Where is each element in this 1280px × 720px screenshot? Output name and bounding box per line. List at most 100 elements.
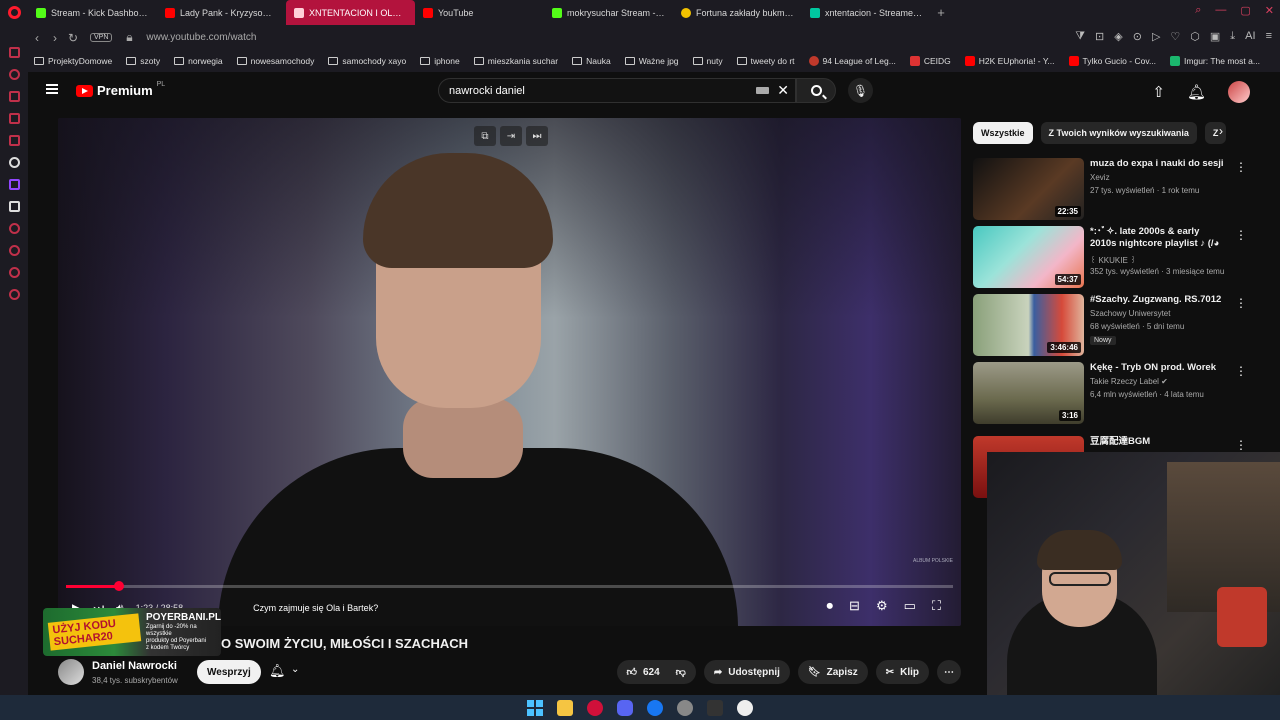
recommendation-title[interactable]: #Szachy. Zugzwang. RS.7012 (1090, 294, 1226, 306)
vpn-badge[interactable]: VPN (90, 33, 113, 42)
voice-search-button[interactable]: 🎙︎ (848, 78, 873, 103)
video-player[interactable]: ⧉ ⇥ ⏭︎ ALBUM POLSKIE ▶ ⏭︎ 🔊︎ 1:23 / 28:5… (58, 118, 961, 626)
maximize-icon[interactable]: ▢ (1240, 4, 1250, 17)
subtitles-icon[interactable]: ⊟ (849, 598, 860, 614)
chevron-right-icon[interactable]: › (1219, 124, 1223, 138)
tab-streamer-overview[interactable]: xntentacion - Streamer Overview (802, 0, 931, 25)
settings-gear-icon[interactable]: ⚙ (876, 598, 888, 614)
recommendation-item[interactable]: 3:46:46 #Szachy. Zugzwang. RS.7012 Szach… (973, 294, 1253, 356)
video-thumbnail[interactable]: 54:37 (973, 226, 1084, 288)
more-vertical-icon[interactable]: ⋮ (1235, 160, 1247, 174)
back-icon[interactable]: ‹ (28, 31, 46, 45)
chapter-title[interactable]: Czym zajmuje się Ola i Bartek? (253, 603, 378, 613)
clear-search-icon[interactable]: ✕ (777, 82, 789, 99)
opera-logo-icon[interactable] (0, 0, 28, 25)
recommendation-title[interactable]: 豆腐配達BGM (1090, 436, 1226, 448)
play-icon[interactable]: ▷ (1152, 30, 1160, 43)
chip-from-search[interactable]: Z Twoich wyników wyszukiwania (1040, 122, 1197, 144)
file-explorer-icon[interactable] (557, 699, 573, 716)
download-icon[interactable]: ⤓ (1230, 30, 1235, 43)
detach-icon[interactable]: ⇥ (500, 126, 522, 146)
tab-xntentacion[interactable]: XNTENTACION I OLACZKA (286, 0, 415, 25)
chip-more[interactable]: Z (1204, 122, 1227, 144)
tab-lady-pank[interactable]: Lady Pank - Kryzysowa Narzeczona (157, 0, 286, 25)
minimize-icon[interactable]: — (1215, 4, 1226, 17)
channel-name[interactable]: Daniel Nawrocki (92, 660, 177, 672)
chatgpt-icon[interactable] (8, 157, 20, 168)
search-button[interactable] (796, 78, 836, 103)
recommendation-item[interactable]: 3:16 Kękę - Tryb ON prod. Worek Takie Rz… (973, 362, 1253, 424)
bookmark[interactable]: Ważne jpg (624, 56, 679, 66)
pip-icon[interactable]: ⧉ (474, 126, 496, 146)
tab-fortuna[interactable]: Fortuna zakłady bukmacherskie (673, 0, 802, 25)
search-input[interactable] (449, 84, 749, 97)
reload-icon[interactable]: ↻ (64, 31, 82, 45)
heart-icon[interactable]: ♡ (1170, 30, 1180, 43)
recommendation-title[interactable]: Kękę - Tryb ON prod. Worek (1090, 362, 1226, 374)
music-icon[interactable] (8, 135, 20, 146)
close-window-icon[interactable]: ✕ (1265, 4, 1274, 17)
video-thumbnail[interactable]: 3:46:46 (973, 294, 1084, 356)
settings-icon[interactable] (8, 289, 20, 300)
bookmark[interactable]: Imgur: The most a... (1170, 56, 1260, 66)
more-vertical-icon[interactable]: ⋮ (1235, 364, 1247, 378)
search-tabs-icon[interactable]: ⌕ (1195, 4, 1201, 17)
tab-youtube[interactable]: YouTube (415, 0, 544, 25)
recommendation-channel[interactable]: Takie Rzeczy Label ✔ (1090, 377, 1168, 386)
notification-bell-icon[interactable]: 🔔︎ (269, 663, 286, 679)
bookmark[interactable]: CEIDG (909, 56, 951, 66)
more-actions-button[interactable]: ⋯ (937, 660, 961, 684)
extensions-icon[interactable] (8, 267, 20, 278)
autoplay-toggle-icon[interactable]: ⏺ (827, 598, 834, 614)
bookmark[interactable]: samochody xayo (328, 56, 406, 66)
camera-icon[interactable]: ⊙ (1133, 30, 1142, 43)
bookmark[interactable]: ProjektyDomowe (34, 56, 112, 66)
hamburger-menu-icon[interactable] (46, 84, 58, 94)
recommendation-item[interactable]: 22:35 muza do expa i nauki do sesji Xevi… (973, 158, 1253, 220)
more-vertical-icon[interactable]: ⋮ (1235, 438, 1247, 452)
fullscreen-icon[interactable]: ⛶ (932, 598, 941, 614)
clock-icon[interactable] (8, 245, 20, 256)
support-button[interactable]: Wesprzyj (197, 660, 261, 684)
keyboard-icon[interactable] (756, 87, 769, 94)
progress-bar[interactable] (66, 581, 953, 591)
like-button[interactable]: 👍︎ 624 👎︎ (616, 660, 696, 684)
progress-scrubber[interactable] (114, 581, 125, 591)
bookmark[interactable]: nowesamochody (236, 56, 314, 66)
new-tab-button[interactable]: + (931, 5, 951, 20)
account-avatar[interactable] (1228, 81, 1250, 103)
filter-icon[interactable]: ⧩ (1075, 30, 1085, 43)
extensions-puzzle-icon[interactable]: ⬡ (1190, 30, 1200, 43)
discord-icon[interactable] (617, 699, 633, 716)
aria-icon[interactable] (8, 69, 20, 80)
tab-mokrysuchar[interactable]: mokrysuchar Stream - Watch (544, 0, 673, 25)
bookmark[interactable]: iphone (420, 56, 460, 66)
recommendation-channel[interactable]: Szachowy Uniwersytet (1090, 309, 1170, 318)
snapshot-icon[interactable]: ⊡ (1095, 30, 1104, 43)
tab-kick-dashboard[interactable]: Stream - Kick Dashboard (28, 0, 157, 25)
video-thumbnail[interactable]: 3:16 (973, 362, 1084, 424)
skip-icon[interactable]: ⏭︎ (526, 126, 548, 146)
url-field[interactable]: www.youtube.com/watch (146, 32, 256, 43)
thumbs-down-icon[interactable]: 👎︎ (676, 666, 686, 678)
theater-mode-icon[interactable]: ▭ (904, 598, 916, 614)
bookmark[interactable]: Tylko Gucio - Cov... (1068, 56, 1156, 66)
chrome-icon[interactable] (677, 699, 693, 716)
bookmark[interactable]: nuty (692, 56, 723, 66)
bookmark[interactable]: norwegia (174, 56, 223, 66)
recommendation-title[interactable]: muza do expa i nauki do sesji (1090, 158, 1226, 170)
twitch-icon[interactable] (8, 179, 20, 190)
x-icon[interactable] (8, 201, 20, 212)
windows-start-icon[interactable] (527, 699, 543, 716)
messenger-icon[interactable] (8, 113, 20, 124)
video-thumbnail[interactable]: 22:35 (973, 158, 1084, 220)
more-vertical-icon[interactable]: ⋮ (1235, 228, 1247, 242)
wallet-icon[interactable] (8, 91, 20, 102)
wallet-toolbar-icon[interactable]: ▣ (1210, 30, 1220, 43)
recommendation-item[interactable]: 54:37 *:･ﾟ✧. late 2000s & early 2010s ni… (973, 226, 1253, 288)
bookmark[interactable]: Nauka (572, 56, 611, 66)
ai-button[interactable]: AI (1245, 30, 1255, 43)
bookmark[interactable]: szoty (126, 56, 160, 66)
chevron-down-icon[interactable]: ⌄ (291, 664, 299, 675)
recommendation-channel[interactable]: ꒰ KKUKIE ꒱ (1090, 254, 1136, 265)
